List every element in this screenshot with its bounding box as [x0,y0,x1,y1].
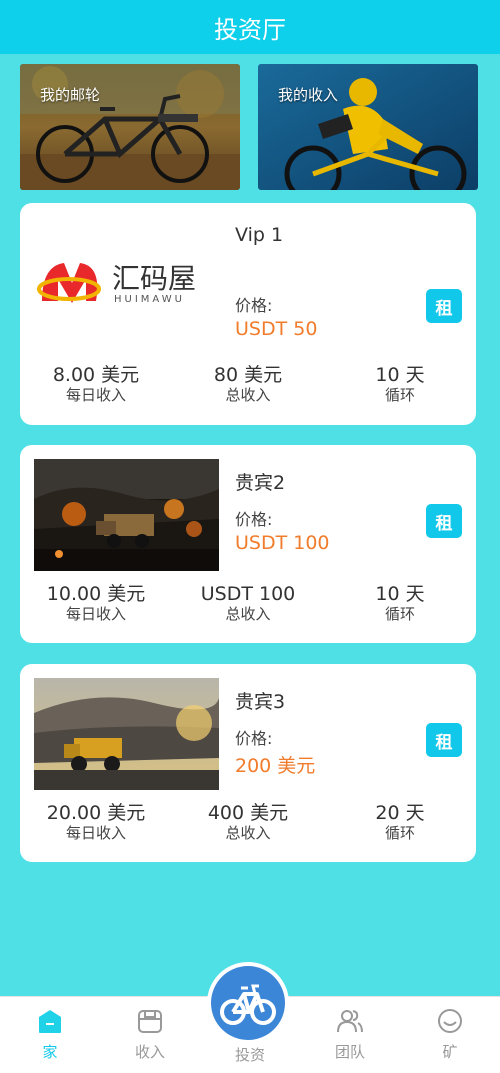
stat-label: 循环 [384,605,415,623]
invest-circle [211,966,285,1040]
stat-label: 每日收入 [65,386,126,404]
stat-value: 400 美元 [207,802,289,824]
tab-home[interactable]: 家 [0,997,100,1073]
stat-value: 20.00 美元 [46,802,146,824]
stat-value: 80 美元 [213,364,283,386]
stat-daily-income: 20.00 美元 每日收入 [20,802,172,842]
stat-cycle: 20 天 循环 [324,802,476,842]
product-stats: 8.00 美元 每日收入 80 美元 总收入 10 天 循环 [20,364,476,404]
invest-center-button[interactable] [207,962,289,1044]
product-card-vip3: 贵宾3 价格: 200 美元 租 20.00 美元 每日收入 400 美元 总收… [20,664,476,862]
rent-button[interactable]: 租 [426,723,462,757]
price-label: 价格: [235,510,273,529]
logo-subtext: HUIMAWU [114,294,185,305]
cyclist-image [258,64,478,190]
banner-my-income[interactable]: 我的收入 [258,64,478,190]
stat-label: 每日收入 [65,605,126,623]
product-name: 贵宾2 [235,472,286,494]
stat-daily-income: 8.00 美元 每日收入 [20,364,172,404]
product-stats: 20.00 美元 每日收入 400 美元 总收入 20 天 循环 [20,802,476,842]
stat-daily-income: 10.00 美元 每日收入 [20,583,172,623]
product-name: 贵宾3 [235,691,286,713]
product-image [34,678,219,790]
page-title: 投资厅 [214,15,286,44]
bicycle-icon [220,984,276,1025]
stat-label: 循环 [384,824,415,842]
banner-my-cruise[interactable]: 我的邮轮 [20,64,240,190]
stat-value: 10 天 [375,583,425,605]
tab-label: 家 [42,1043,58,1061]
stat-label: 总收入 [225,605,271,623]
stat-cycle: 10 天 循环 [324,583,476,623]
logo-text: 汇码屋 [112,262,197,295]
stat-value: 8.00 美元 [52,364,140,386]
stat-label: 循环 [384,386,415,404]
mining-dump-truck-image [34,678,219,790]
smile-icon [436,1007,464,1039]
rent-button[interactable]: 租 [426,504,462,538]
stat-cycle: 10 天 循环 [324,364,476,404]
stat-total-income: USDT 100 总收入 [172,583,324,623]
product-price: USDT 50 [235,318,318,340]
bicycle-autumn-image [20,64,240,190]
tab-team[interactable]: 团队 [300,997,400,1073]
team-icon [336,1007,364,1039]
tab-label: 收入 [134,1043,165,1061]
product-price: 200 美元 [235,755,316,777]
tab-label: 投资 [234,1046,265,1064]
tab-label: 矿 [442,1043,458,1061]
home-icon [36,1007,64,1039]
banner-row: 我的邮轮 我的收入 [20,64,478,190]
stat-value: 10.00 美元 [46,583,146,605]
tab-mine[interactable]: 矿 [400,997,500,1073]
product-card-vip1: 汇码屋 HUIMAWU Vip 1 价格: USDT 50 租 8.00 美元 … [20,203,476,425]
stat-total-income: 400 美元 总收入 [172,802,324,842]
stat-label: 总收入 [225,824,271,842]
price-label: 价格: [235,729,273,748]
stat-value: 10 天 [375,364,425,386]
product-stats: 10.00 美元 每日收入 USDT 100 总收入 10 天 循环 [20,583,476,623]
wallet-icon [136,1007,164,1039]
tab-income[interactable]: 收入 [100,997,200,1073]
stat-label: 每日收入 [65,824,126,842]
page-header: 投资厅 [0,0,500,54]
product-card-vip2: 贵宾2 价格: USDT 100 租 10.00 美元 每日收入 USDT 10… [20,445,476,643]
product-image [34,459,219,571]
tab-label: 团队 [334,1043,365,1061]
price-label: 价格: [235,296,273,315]
stat-label: 总收入 [225,386,271,404]
product-name: Vip 1 [235,224,284,246]
stat-total-income: 80 美元 总收入 [172,364,324,404]
product-price: USDT 100 [235,532,330,554]
stat-value: 20 天 [375,802,425,824]
rent-button[interactable]: 租 [426,289,462,323]
mining-truck-fire-image [34,459,219,571]
banner-label: 我的邮轮 [40,86,101,104]
stat-value: USDT 100 [200,583,296,605]
banner-label: 我的收入 [278,86,339,104]
brand-logo: 汇码屋 HUIMAWU [34,251,204,316]
